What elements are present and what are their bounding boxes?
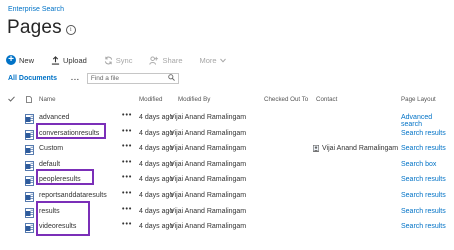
row-menu-button[interactable]: •••	[122, 174, 132, 181]
share-label: Share	[162, 55, 183, 65]
share-icon	[149, 55, 159, 65]
row-modified: 4 days ago	[139, 129, 174, 137]
row-modified-by[interactable]: Vijai Anand Ramalingam	[170, 145, 246, 152]
row-modified: 4 days ago	[139, 160, 174, 168]
toolbar: + New Upload Sync Share More	[6, 55, 246, 65]
row-name[interactable]: advanced	[39, 114, 69, 121]
row-page-layout[interactable]: Search results	[401, 208, 446, 215]
person-icon	[313, 145, 320, 153]
column-modified-by[interactable]: Modified By	[178, 96, 210, 103]
row-modified-by[interactable]: Vijai Anand Ramalingam	[170, 176, 246, 183]
row-modified-by[interactable]: Vijai Anand Ramalingam	[170, 192, 246, 199]
aspx-page-icon	[25, 114, 34, 124]
chevron-down-icon	[219, 58, 226, 63]
row-modified-by[interactable]: Vijai Anand Ramalingam	[170, 114, 246, 121]
row-menu-button[interactable]: •••	[122, 190, 132, 197]
row-contact-name: Vijai Anand Ramalingam	[322, 145, 399, 153]
upload-icon	[51, 55, 60, 65]
row-page-layout[interactable]: Search box	[401, 161, 436, 168]
row-modified-by[interactable]: Vijai Anand Ramalingam	[170, 223, 246, 230]
row-menu-button[interactable]: •••	[122, 221, 132, 228]
plus-icon: +	[6, 55, 16, 65]
title-row: Pages i	[7, 17, 76, 39]
more-button[interactable]: More	[200, 56, 229, 65]
search-icon[interactable]	[168, 74, 175, 83]
column-header-row: Name Modified Modified By Checked Out To…	[0, 96, 454, 106]
row-modified: 4 days ago	[139, 223, 174, 231]
aspx-page-icon	[25, 145, 34, 156]
aspx-page-icon	[25, 129, 34, 140]
row-modified: 4 days ago	[139, 145, 174, 153]
row-name[interactable]: reportsanddataresults	[39, 192, 107, 199]
view-all-documents[interactable]: All Documents	[8, 75, 57, 82]
row-name[interactable]: Custom	[39, 145, 63, 152]
aspx-page-icon	[25, 223, 34, 234]
page-title: Pages	[7, 17, 62, 38]
find-file-input[interactable]: Find a file	[86, 73, 179, 84]
find-placeholder: Find a file	[90, 75, 120, 82]
column-page-layout[interactable]: Page Layout	[401, 96, 436, 103]
column-checked-out-to[interactable]: Checked Out To	[264, 96, 308, 103]
highlight-box-conversationresults	[36, 123, 106, 139]
upload-label: Upload	[63, 55, 87, 65]
row-page-layout[interactable]: Search results	[401, 176, 446, 183]
row-modified-by[interactable]: Vijai Anand Ramalingam	[170, 130, 246, 137]
upload-button[interactable]: Upload	[51, 56, 87, 65]
row-modified-by[interactable]: Vijai Anand Ramalingam	[170, 208, 246, 215]
sync-label: Sync	[115, 55, 133, 65]
aspx-page-icon	[25, 207, 34, 218]
breadcrumb[interactable]: Enterprise Search	[8, 6, 64, 13]
row-modified-by[interactable]: Vijai Anand Ramalingam	[170, 161, 246, 168]
row-menu-button[interactable]: •••	[122, 206, 132, 213]
row-page-layout[interactable]: Search results	[401, 130, 446, 137]
row-name[interactable]: default	[39, 161, 60, 168]
column-modified[interactable]: Modified	[139, 96, 162, 103]
row-menu-button[interactable]: •••	[122, 128, 132, 135]
row-page-layout[interactable]: Search results	[401, 223, 446, 230]
row-modified: 4 days ago	[139, 176, 174, 184]
row-modified: 4 days ago	[139, 114, 174, 121]
aspx-page-icon	[25, 176, 34, 187]
aspx-page-icon	[25, 160, 34, 171]
new-button[interactable]: + New	[6, 55, 34, 65]
column-contact[interactable]: Contact	[316, 96, 337, 103]
row-page-layout[interactable]: Search results	[401, 145, 446, 152]
more-label: More	[199, 55, 217, 65]
view-row: All Documents ... Find a file	[8, 73, 179, 84]
row-modified: 4 days ago	[139, 191, 174, 199]
row-menu-button[interactable]: •••	[122, 159, 132, 166]
highlight-box-results-videoresults	[36, 201, 90, 236]
share-button[interactable]: Share	[149, 55, 183, 65]
column-name[interactable]: Name	[39, 96, 56, 103]
sync-button[interactable]: Sync	[104, 55, 133, 65]
row-contact[interactable]: Vijai Anand Ramalingam	[313, 145, 399, 153]
aspx-page-icon	[25, 192, 34, 202]
row-modified: 4 days ago	[139, 207, 174, 215]
table-row[interactable]: Custom ••• 4 days ago Vijai Anand Ramali…	[0, 142, 454, 158]
sync-icon	[104, 56, 113, 65]
row-page-layout[interactable]: Search results	[401, 192, 446, 199]
highlight-box-peopleresults	[36, 169, 94, 185]
select-all-checkmark-icon[interactable]	[8, 96, 15, 104]
info-icon[interactable]: i	[65, 25, 76, 35]
type-column-icon[interactable]	[26, 96, 32, 105]
row-menu-button[interactable]: •••	[122, 112, 132, 119]
view-more-button[interactable]: ...	[71, 75, 80, 82]
row-menu-button[interactable]: •••	[122, 143, 132, 150]
new-label: New	[19, 55, 35, 65]
